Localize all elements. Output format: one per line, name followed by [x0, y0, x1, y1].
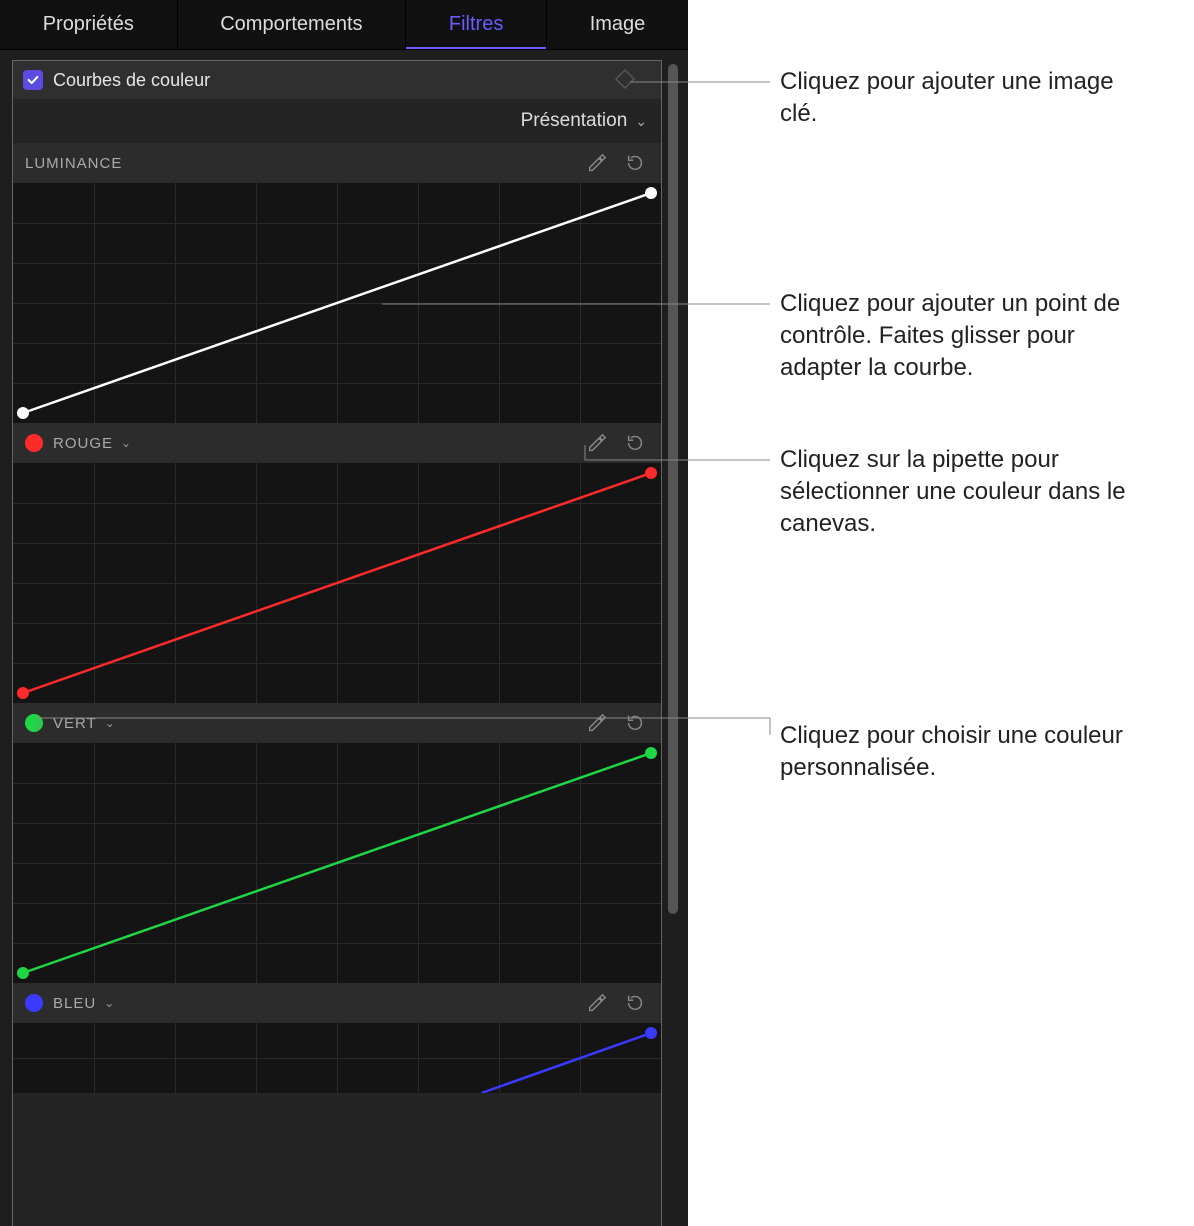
curve-canvas-luminance[interactable]	[13, 183, 661, 423]
eyedropper-button[interactable]	[583, 709, 611, 737]
eyedropper-button[interactable]	[583, 989, 611, 1017]
curve-header-green: VERT ⌄	[13, 703, 661, 743]
filter-header: Courbes de couleur	[13, 61, 661, 99]
curve-label: LUMINANCE	[25, 155, 122, 172]
chevron-down-icon: ⌄	[635, 113, 647, 130]
tab-filters[interactable]: Filtres	[406, 0, 547, 49]
curve-section-green: VERT ⌄	[13, 703, 661, 983]
curve-header-red: ROUGE ⌄	[13, 423, 661, 463]
view-dropdown[interactable]: Présentation ⌄	[521, 110, 647, 132]
view-row: Présentation ⌄	[13, 99, 661, 143]
curve-canvas-green[interactable]	[13, 743, 661, 983]
callout-keyframe: Cliquez pour ajouter une image clé.	[780, 66, 1150, 130]
view-dropdown-label: Présentation	[521, 110, 628, 132]
tab-label: Comportements	[220, 13, 362, 36]
reset-curve-button[interactable]	[621, 149, 649, 177]
add-keyframe-button[interactable]	[613, 67, 637, 91]
inspector-panel: Propriétés Comportements Filtres Image C…	[0, 0, 688, 1226]
callout-custom-color: Cliquez pour choisir une couleur personn…	[780, 720, 1150, 784]
color-swatch-red[interactable]	[25, 434, 43, 452]
tab-label: Propriétés	[43, 13, 134, 36]
filter-content: Courbes de couleur Présentation ⌄ LUMINA…	[12, 60, 662, 1226]
tab-behaviors[interactable]: Comportements	[178, 0, 407, 49]
chevron-down-icon[interactable]: ⌄	[105, 716, 115, 730]
reset-curve-button[interactable]	[621, 429, 649, 457]
reset-curve-button[interactable]	[621, 989, 649, 1017]
curve-section-red: ROUGE ⌄	[13, 423, 661, 703]
curve-canvas-blue[interactable]	[13, 1023, 661, 1093]
scrollbar-thumb[interactable]	[668, 64, 678, 914]
filter-enable-checkbox[interactable]	[23, 70, 43, 90]
eyedropper-button[interactable]	[583, 149, 611, 177]
curve-section-luminance: LUMINANCE	[13, 143, 661, 423]
tab-label: Filtres	[449, 13, 503, 36]
curve-label: VERT	[53, 715, 97, 732]
color-swatch-blue[interactable]	[25, 994, 43, 1012]
chevron-down-icon[interactable]: ⌄	[104, 996, 114, 1010]
chevron-down-icon[interactable]: ⌄	[121, 436, 131, 450]
tab-image[interactable]: Image	[547, 0, 688, 49]
curve-label: BLEU	[53, 995, 96, 1012]
tab-properties[interactable]: Propriétés	[0, 0, 178, 49]
reset-curve-button[interactable]	[621, 709, 649, 737]
scrollbar[interactable]	[668, 64, 678, 914]
curve-canvas-red[interactable]	[13, 463, 661, 703]
tab-label: Image	[590, 13, 646, 36]
eyedropper-button[interactable]	[583, 429, 611, 457]
callout-eyedropper: Cliquez sur la pipette pour sélectionner…	[780, 444, 1150, 540]
curve-label: ROUGE	[53, 435, 113, 452]
color-swatch-green[interactable]	[25, 714, 43, 732]
curve-header-blue: BLEU ⌄	[13, 983, 661, 1023]
callout-control-point: Cliquez pour ajouter un point de contrôl…	[780, 288, 1150, 384]
inspector-tabs: Propriétés Comportements Filtres Image	[0, 0, 688, 50]
filter-title: Courbes de couleur	[53, 70, 210, 91]
curve-section-blue: BLEU ⌄	[13, 983, 661, 1093]
curve-header-luminance: LUMINANCE	[13, 143, 661, 183]
